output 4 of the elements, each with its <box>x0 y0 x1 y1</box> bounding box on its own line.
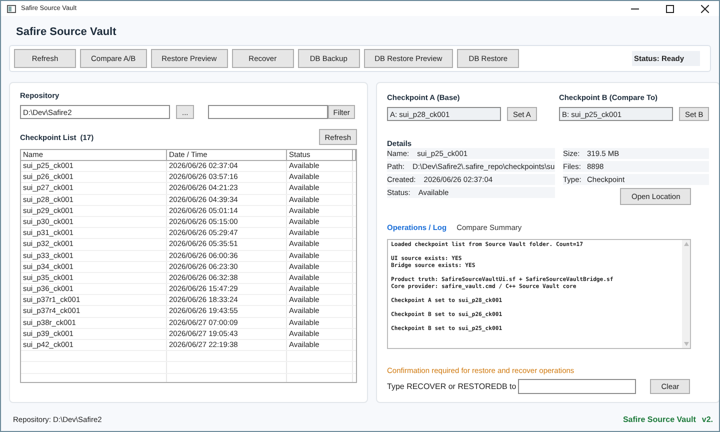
status-version: v2. <box>702 414 713 424</box>
status-app-name: Safire Source Vault <box>622 414 696 424</box>
confirm-prompt: Type RECOVER or RESTOREDB to <box>387 382 516 391</box>
app-title: Safire Source Vault <box>16 26 116 38</box>
